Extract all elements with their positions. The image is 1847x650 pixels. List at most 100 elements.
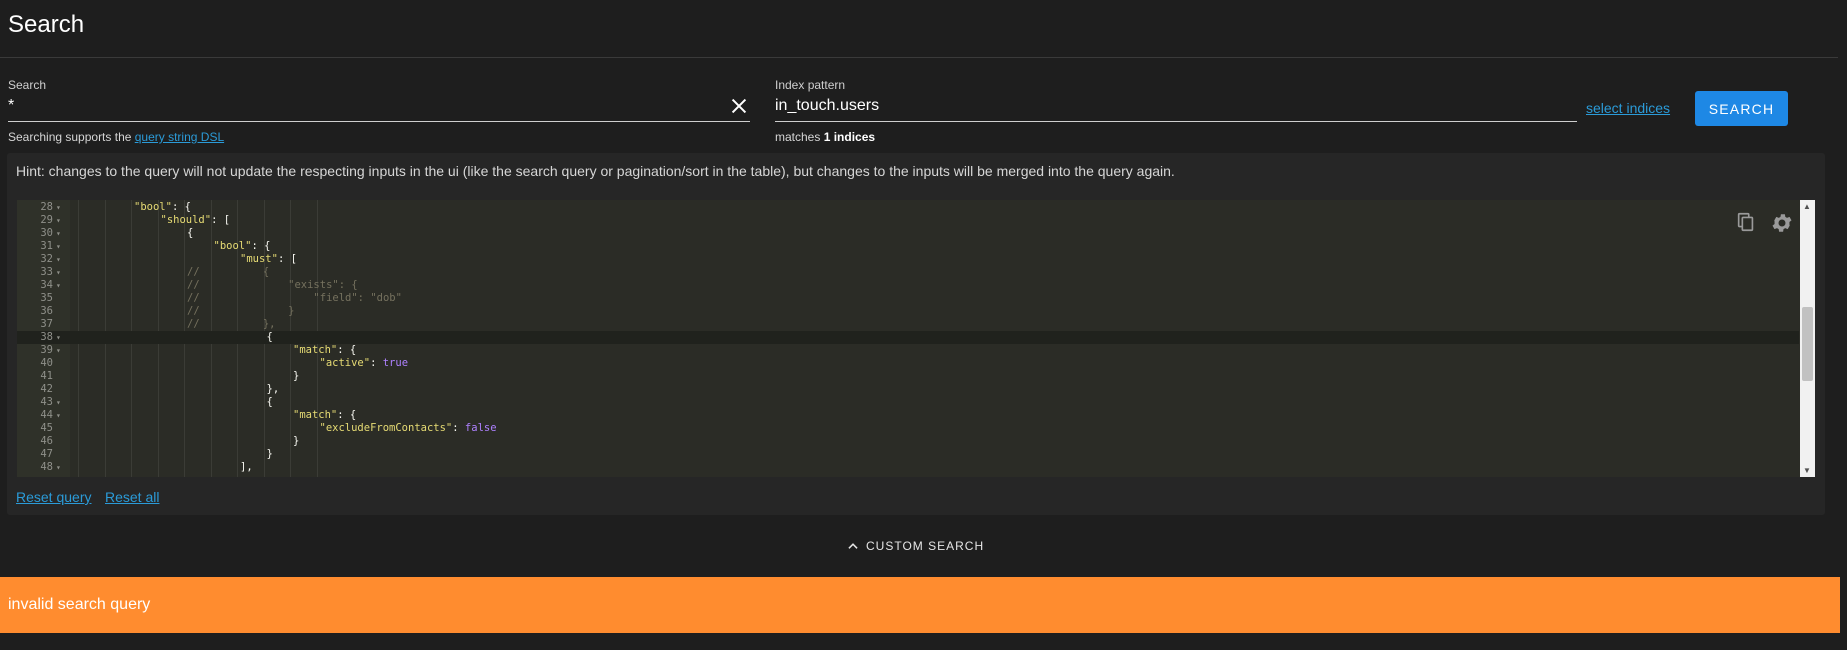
line-number: 33	[40, 266, 53, 278]
fold-toggle-icon[interactable]: ▾	[56, 279, 61, 292]
line-number: 32	[40, 253, 53, 265]
copy-icon[interactable]	[1735, 211, 1757, 233]
code-line: 39 ▾ "match": {	[17, 344, 1799, 357]
code-text: ],	[240, 461, 253, 473]
code-text: "excludeFromContacts": false	[319, 422, 497, 434]
code-text: // {	[187, 266, 270, 278]
line-number: 41	[40, 370, 53, 382]
code-text: {	[266, 331, 273, 343]
scroll-down-icon[interactable]: ▼	[1803, 466, 1811, 475]
code-text: "bool": {	[213, 240, 271, 252]
line-number: 30	[40, 227, 53, 239]
code-line: 30 ▾ {	[17, 227, 1799, 240]
fold-toggle-icon[interactable]: ▾	[56, 266, 61, 279]
line-number: 40	[40, 357, 53, 369]
code-text: "match": {	[293, 409, 357, 421]
code-line: 47}	[17, 448, 1799, 461]
line-number: 47	[40, 448, 53, 460]
reset-all-link[interactable]: Reset all	[105, 489, 159, 505]
line-number: 29	[40, 214, 53, 226]
line-number: 48	[40, 461, 53, 473]
index-pattern-input[interactable]: in_touch.users	[775, 97, 879, 115]
fold-toggle-icon[interactable]: ▾	[56, 331, 61, 344]
search-helper: Searching supports the query string DSL	[8, 130, 225, 144]
fold-toggle-icon[interactable]: ▾	[56, 461, 61, 474]
code-line: 40 "active": true	[17, 357, 1799, 370]
code-text: }	[266, 448, 273, 460]
code-line: 41}	[17, 370, 1799, 383]
line-number: 37	[40, 318, 53, 330]
code-line: 34 ▾ // "exists": {	[17, 279, 1799, 292]
code-line: 45 "excludeFromContacts": false	[17, 422, 1799, 435]
error-message: invalid search query	[8, 596, 151, 613]
line-number: 36	[40, 305, 53, 317]
scroll-up-icon[interactable]: ▲	[1803, 202, 1811, 211]
code-line: 48 ▾],	[17, 461, 1799, 474]
code-text: // "exists": {	[187, 279, 358, 291]
query-string-dsl-link[interactable]: query string DSL	[135, 130, 224, 144]
code-text: // "field": "dob"	[187, 292, 402, 304]
index-pattern-label: Index pattern	[775, 78, 846, 92]
custom-search-toggle[interactable]: CUSTOM SEARCH	[846, 539, 984, 553]
fold-toggle-icon[interactable]: ▾	[56, 227, 61, 240]
line-number: 31	[40, 240, 53, 252]
code-line: 38 ▾ {	[17, 331, 1799, 344]
code-text: {	[266, 396, 273, 408]
fold-toggle-icon[interactable]: ▾	[56, 240, 61, 253]
search-button[interactable]: SEARCH	[1695, 91, 1788, 126]
line-number: 42	[40, 383, 53, 395]
code-line: 35 // "field": "dob"	[17, 292, 1799, 305]
code-text: "must": [	[240, 253, 297, 265]
code-text: "should": [	[160, 214, 231, 226]
code-text: }	[293, 435, 300, 447]
line-number: 39	[40, 344, 53, 356]
editor-scrollbar[interactable]: ▲ ▼	[1800, 200, 1815, 477]
index-pattern-underline	[775, 121, 1577, 122]
code-text: "match": {	[293, 344, 357, 356]
search-input[interactable]: *	[8, 97, 14, 115]
code-line: 46}	[17, 435, 1799, 448]
select-indices-link[interactable]: select indices	[1586, 100, 1670, 116]
clear-icon[interactable]	[728, 95, 750, 117]
line-number: 44	[40, 409, 53, 421]
code-text: // }	[187, 305, 295, 317]
fold-toggle-icon[interactable]: ▾	[56, 201, 61, 214]
line-number: 43	[40, 396, 53, 408]
code-text: "active": true	[319, 357, 409, 369]
line-number: 45	[40, 422, 53, 434]
code-line: 29 ▾ "should": [	[17, 214, 1799, 227]
code-text: // },	[187, 318, 276, 330]
line-number: 28	[40, 201, 53, 213]
line-number: 34	[40, 279, 53, 291]
fold-toggle-icon[interactable]: ▾	[56, 409, 61, 422]
code-text: },	[266, 383, 280, 395]
error-banner: invalid search query	[0, 577, 1840, 633]
code-line: 42},	[17, 383, 1799, 396]
code-text: }	[293, 370, 300, 382]
code-line: 44 ▾ "match": {	[17, 409, 1799, 422]
code-line: 37 // },	[17, 318, 1799, 331]
index-match-helper: matches 1 indices	[775, 130, 876, 144]
fold-toggle-icon[interactable]: ▾	[56, 344, 61, 357]
code-line: 31 ▾ "bool": {	[17, 240, 1799, 253]
code-text: "bool": {	[134, 201, 191, 213]
fold-toggle-icon[interactable]: ▾	[56, 253, 61, 266]
fold-toggle-icon[interactable]: ▾	[56, 396, 61, 409]
search-underline	[8, 121, 750, 122]
reset-query-link[interactable]: Reset query	[16, 489, 91, 505]
line-number: 35	[40, 292, 53, 304]
code-text: {	[187, 227, 194, 239]
custom-search-label: CUSTOM SEARCH	[866, 539, 985, 553]
hint-text: Hint: changes to the query will not upda…	[16, 163, 1175, 179]
page-header: Search	[0, 0, 1838, 58]
scroll-thumb[interactable]	[1802, 307, 1813, 381]
code-line: 33 ▾ // {	[17, 266, 1799, 279]
code-line: 28 ▾ "bool": {	[17, 201, 1799, 214]
gear-icon[interactable]	[1770, 211, 1794, 235]
search-label: Search	[8, 78, 47, 92]
fold-toggle-icon[interactable]: ▾	[56, 214, 61, 227]
query-editor[interactable]: 28 ▾ "bool": {29 ▾ "should": [30 ▾{31 ▾ "bool":…	[17, 200, 1815, 477]
line-number: 38	[40, 331, 53, 343]
page-title: Search	[8, 11, 85, 38]
line-number: 46	[40, 435, 53, 447]
